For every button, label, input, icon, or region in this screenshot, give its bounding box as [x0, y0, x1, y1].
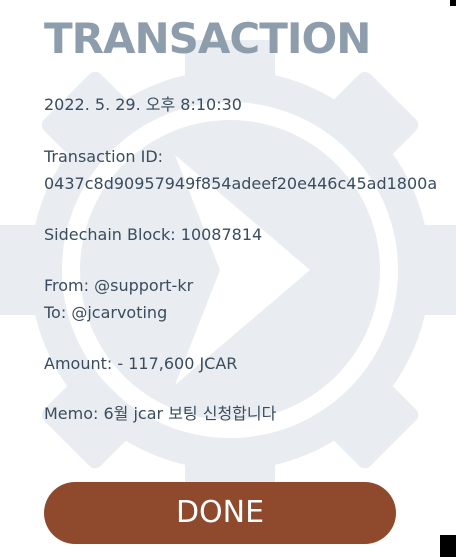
corner-shadow-bottom	[440, 535, 456, 557]
transaction-id-label: Transaction ID:	[44, 147, 164, 166]
corner-shadow-top	[450, 0, 456, 6]
dialog-title: TRANSACTION	[44, 14, 371, 63]
memo: Memo: 6월 jcar 보팅 신청합니다	[44, 404, 277, 423]
from-account: From: @support-kr	[44, 276, 194, 295]
sidechain-block: Sidechain Block: 10087814	[44, 225, 263, 244]
transaction-datetime: 2022. 5. 29. 오후 8:10:30	[44, 95, 242, 114]
transaction-id-value: 0437c8d90957949f854adeef20e446c45ad1800a	[44, 174, 438, 193]
transaction-dialog: TRANSACTION 2022. 5. 29. 오후 8:10:30 Tran…	[0, 0, 456, 557]
to-account: To: @jcarvoting	[44, 303, 168, 322]
done-button[interactable]: DONE	[44, 482, 396, 544]
amount: Amount: - 117,600 JCAR	[44, 354, 238, 373]
